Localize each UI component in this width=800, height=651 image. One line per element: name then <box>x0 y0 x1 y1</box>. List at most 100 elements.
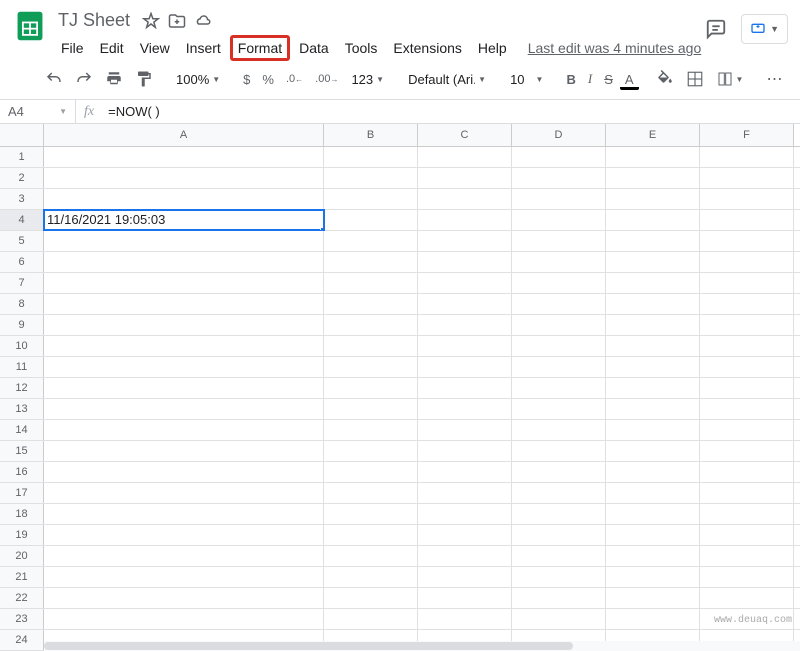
cell[interactable] <box>324 420 418 440</box>
row-header[interactable]: 23 <box>0 609 44 629</box>
col-header-B[interactable]: B <box>324 124 418 146</box>
row-header[interactable]: 9 <box>0 315 44 335</box>
cell[interactable] <box>324 189 418 209</box>
cell[interactable]: 11/16/2021 19:05:03 <box>44 210 324 230</box>
cell[interactable] <box>606 336 700 356</box>
cell[interactable] <box>700 378 794 398</box>
cell[interactable] <box>700 420 794 440</box>
cell[interactable] <box>606 168 700 188</box>
cell[interactable] <box>512 441 606 461</box>
cell[interactable] <box>324 483 418 503</box>
row-header[interactable]: 15 <box>0 441 44 461</box>
col-header-E[interactable]: E <box>606 124 700 146</box>
cell[interactable] <box>324 462 418 482</box>
comments-icon[interactable] <box>705 18 727 40</box>
cell[interactable] <box>44 483 324 503</box>
cell[interactable] <box>700 357 794 377</box>
cell[interactable] <box>324 252 418 272</box>
cell[interactable] <box>44 567 324 587</box>
cell[interactable] <box>418 462 512 482</box>
row-header[interactable]: 4 <box>0 210 44 230</box>
menu-insert[interactable]: Insert <box>179 36 228 60</box>
row-header[interactable]: 1 <box>0 147 44 167</box>
cell[interactable] <box>324 147 418 167</box>
cell[interactable] <box>606 231 700 251</box>
cell[interactable] <box>606 273 700 293</box>
cell[interactable] <box>324 504 418 524</box>
menu-format[interactable]: Format <box>230 35 290 61</box>
present-button[interactable]: ▼ <box>741 14 788 44</box>
cell[interactable] <box>44 504 324 524</box>
cell[interactable] <box>700 168 794 188</box>
cell[interactable] <box>44 420 324 440</box>
selection-handle[interactable] <box>320 227 324 230</box>
paint-format-icon[interactable] <box>130 66 158 92</box>
row-header[interactable]: 16 <box>0 462 44 482</box>
row-header[interactable]: 3 <box>0 189 44 209</box>
cell[interactable] <box>418 399 512 419</box>
cell[interactable] <box>44 273 324 293</box>
formula-input[interactable]: =NOW( ) <box>102 104 800 119</box>
cell[interactable] <box>606 546 700 566</box>
menu-data[interactable]: Data <box>292 36 336 60</box>
row-header[interactable]: 24 <box>0 630 44 650</box>
cell[interactable] <box>512 378 606 398</box>
cell[interactable] <box>700 399 794 419</box>
print-icon[interactable] <box>100 66 128 92</box>
cell[interactable] <box>512 546 606 566</box>
cell[interactable] <box>700 210 794 230</box>
cell[interactable] <box>700 483 794 503</box>
cell[interactable] <box>418 378 512 398</box>
cell[interactable] <box>418 294 512 314</box>
cell[interactable] <box>324 336 418 356</box>
cell[interactable] <box>44 378 324 398</box>
cell[interactable] <box>44 609 324 629</box>
undo-icon[interactable] <box>40 66 68 92</box>
cell[interactable] <box>44 336 324 356</box>
row-header[interactable]: 6 <box>0 252 44 272</box>
cell[interactable] <box>418 567 512 587</box>
cell[interactable] <box>44 294 324 314</box>
cell[interactable] <box>700 525 794 545</box>
cell[interactable] <box>700 441 794 461</box>
star-icon[interactable] <box>142 12 160 30</box>
cell[interactable] <box>44 588 324 608</box>
row-header[interactable]: 22 <box>0 588 44 608</box>
cell[interactable] <box>512 210 606 230</box>
move-icon[interactable] <box>168 12 186 30</box>
cell[interactable] <box>606 147 700 167</box>
cell[interactable] <box>44 231 324 251</box>
row-header[interactable]: 10 <box>0 336 44 356</box>
menu-help[interactable]: Help <box>471 36 514 60</box>
row-header[interactable]: 18 <box>0 504 44 524</box>
cell[interactable] <box>418 441 512 461</box>
cell[interactable] <box>418 189 512 209</box>
cloud-icon[interactable] <box>194 12 212 30</box>
col-header-D[interactable]: D <box>512 124 606 146</box>
cell[interactable] <box>606 399 700 419</box>
row-header[interactable]: 21 <box>0 567 44 587</box>
cell[interactable] <box>606 378 700 398</box>
cell[interactable] <box>512 294 606 314</box>
cell[interactable] <box>324 231 418 251</box>
cell[interactable] <box>700 231 794 251</box>
cell[interactable] <box>324 273 418 293</box>
cell[interactable] <box>512 504 606 524</box>
menu-tools[interactable]: Tools <box>338 36 385 60</box>
cell[interactable] <box>418 609 512 629</box>
cell[interactable] <box>512 462 606 482</box>
cell[interactable] <box>606 483 700 503</box>
cell[interactable] <box>44 462 324 482</box>
cell[interactable] <box>606 420 700 440</box>
fill-color-icon[interactable] <box>651 66 679 92</box>
cell[interactable] <box>418 357 512 377</box>
cell[interactable] <box>700 588 794 608</box>
cell[interactable] <box>700 189 794 209</box>
row-header[interactable]: 5 <box>0 231 44 251</box>
cell[interactable] <box>44 252 324 272</box>
italic-button[interactable]: I <box>583 67 597 91</box>
cell[interactable] <box>44 147 324 167</box>
cell[interactable] <box>324 525 418 545</box>
bold-button[interactable]: B <box>561 68 580 91</box>
cell[interactable] <box>606 252 700 272</box>
